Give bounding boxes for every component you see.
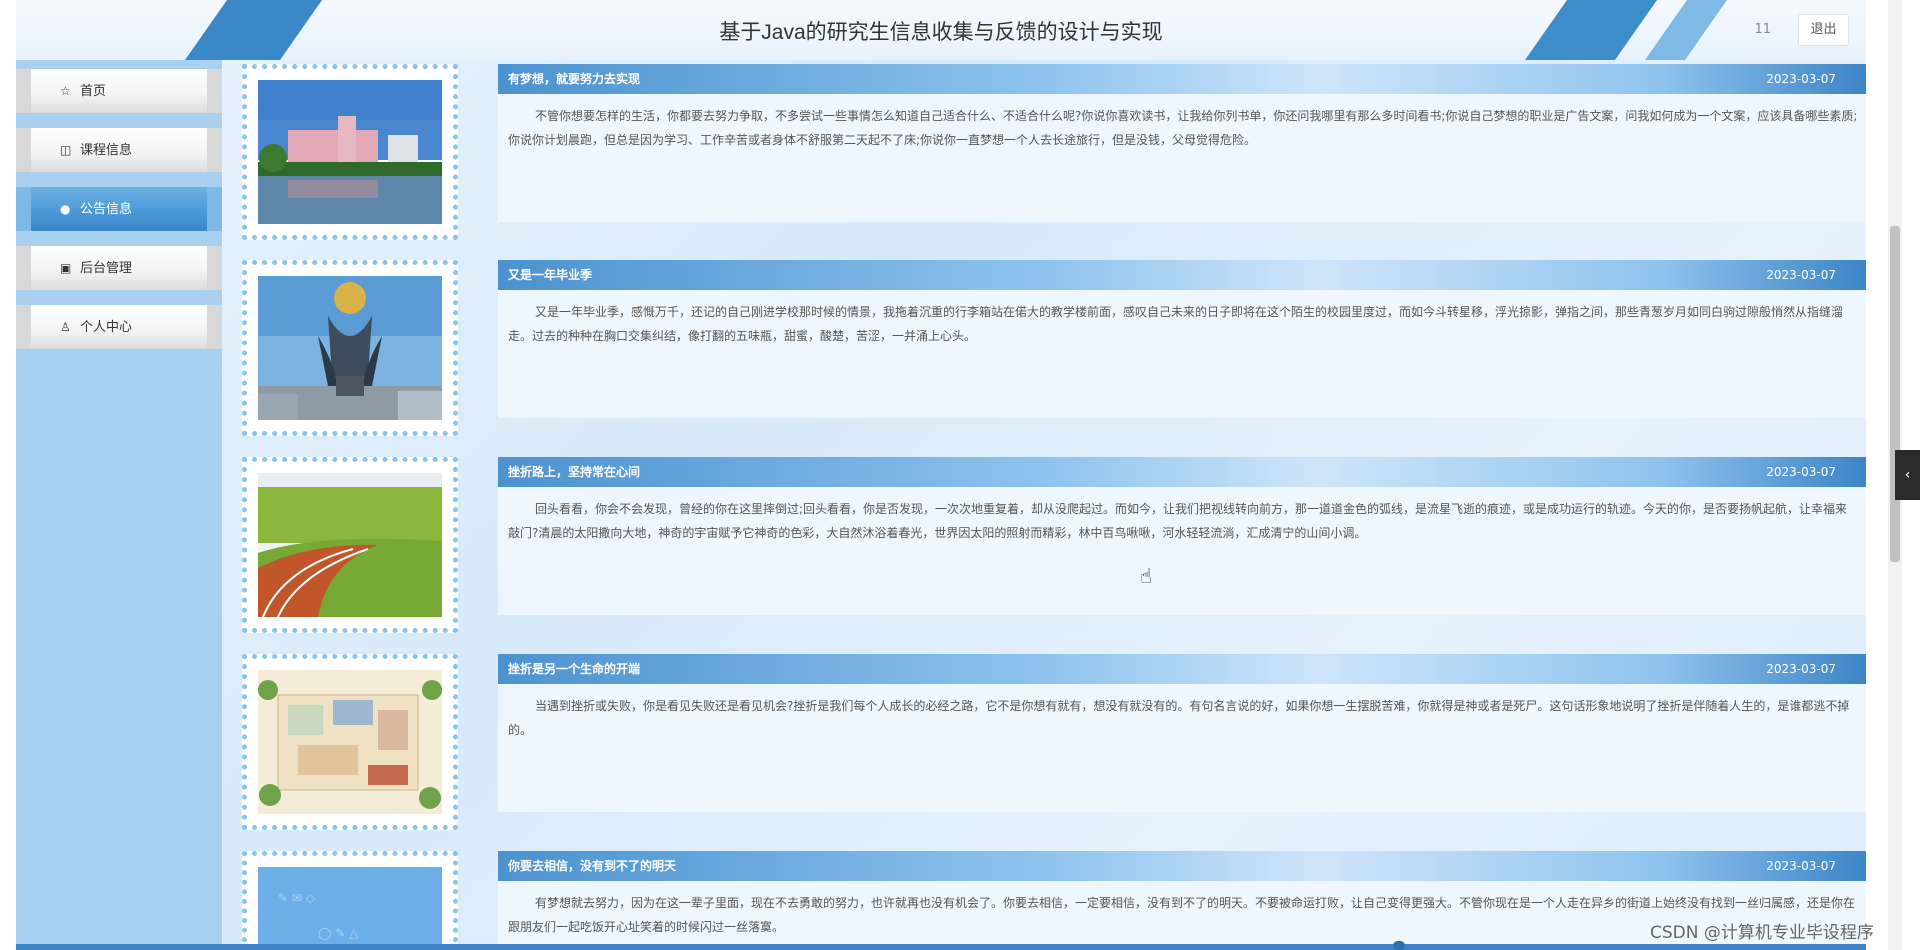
notice-list-item[interactable]: 挫折路上，坚持常在心间 2023-03-07 回头看看，你会不会发现，曾经的你在…	[242, 457, 1868, 633]
sidebar-item-notices[interactable]: ● 公告信息	[16, 187, 222, 231]
user-icon: ♙	[60, 320, 71, 334]
notice-card[interactable]: 挫折路上，坚持常在心间 2023-03-07 回头看看，你会不会发现，曾经的你在…	[498, 457, 1868, 615]
notice-list-item[interactable]: ✎ ✉ ◇ ◯ ✎ △ 你要去相信，没有到不了的明天 2023-03-07 有梦…	[242, 851, 1868, 950]
notice-list-item[interactable]: 挫折是另一个生命的开端 2023-03-07 当遇到挫折或失败，你是看见失败还是…	[242, 654, 1868, 830]
header: 基于Java的研究生信息收集与反馈的设计与实现 11 退出	[16, 0, 1866, 60]
campus-map-image	[258, 670, 442, 814]
sidebar-item-home[interactable]: ☆ 首页	[16, 69, 222, 113]
vertical-scrollbar-thumb[interactable]	[1890, 226, 1900, 562]
sidebar-item-profile[interactable]: ♙ 个人中心	[16, 305, 222, 349]
horizontal-scrollbar-thumb[interactable]	[1393, 941, 1405, 950]
notice-thumbnail[interactable]	[242, 260, 458, 436]
notice-date: 2023-03-07	[1766, 72, 1836, 86]
left-margin	[0, 0, 16, 950]
notice-card[interactable]: 又是一年毕业季 2023-03-07 又是一年毕业季，感慨万千，还记的自己刚进学…	[498, 260, 1868, 418]
globe-sculpture-image	[258, 276, 442, 420]
notice-card[interactable]: 挫折是另一个生命的开端 2023-03-07 当遇到挫折或失败，你是看见失败还是…	[498, 654, 1868, 812]
notice-header: 挫折路上，坚持常在心间 2023-03-07	[498, 457, 1868, 487]
notice-card[interactable]: 有梦想，就要努力去实现 2023-03-07 不管你想要怎样的生活，你都要去努力…	[498, 64, 1868, 222]
notice-date: 2023-03-07	[1766, 662, 1836, 676]
notice-thumbnail[interactable]: ✎ ✉ ◇ ◯ ✎ △	[242, 851, 458, 950]
school-doodle-image: ✎ ✉ ◇ ◯ ✎ △	[258, 867, 442, 950]
svg-text:✎ ✉ ◇: ✎ ✉ ◇	[278, 891, 316, 905]
running-track-image	[258, 473, 442, 617]
collapse-panel-icon[interactable]: ‹	[1895, 450, 1920, 500]
sidebar-item-label: 首页	[80, 84, 107, 99]
logout-button[interactable]: 退出	[1798, 14, 1849, 46]
page-title: 基于Java的研究生信息收集与反馈的设计与实现	[719, 21, 1163, 44]
notice-header: 挫折是另一个生命的开端 2023-03-07	[498, 654, 1868, 684]
sidebar-item-label: 课程信息	[80, 143, 133, 158]
notice-header: 又是一年毕业季 2023-03-07	[498, 260, 1868, 290]
star-icon: ☆	[60, 84, 71, 98]
notice-content: 回头看看，你会不会发现，曾经的你在这里摔倒过;回头看看，你是否发现，一次次地重复…	[508, 502, 1848, 540]
horizontal-scrollbar[interactable]	[16, 944, 1866, 950]
notice-title[interactable]: 你要去相信，没有到不了的明天	[508, 859, 676, 873]
notice-list-item[interactable]: 又是一年毕业季 2023-03-07 又是一年毕业季，感慨万千，还记的自己刚进学…	[242, 260, 1868, 436]
notice-title[interactable]: 挫折是另一个生命的开端	[508, 662, 640, 676]
campus-building-image	[258, 80, 442, 224]
watermark: CSDN @计算机专业毕设程序	[1650, 923, 1874, 943]
notice-content: 当遇到挫折或失败，你是看见失败还是看见机会?挫折是我们每个人成长的必经之路，它不…	[508, 699, 1850, 737]
info-icon: ●	[60, 202, 71, 216]
notice-thumbnail[interactable]	[242, 64, 458, 240]
notice-thumbnail[interactable]	[242, 654, 458, 830]
sidebar-item-label: 公告信息	[80, 202, 133, 217]
sidebar-item-label: 后台管理	[80, 261, 133, 276]
sidebar-item-admin[interactable]: ▣ 后台管理	[16, 246, 222, 290]
notice-list-item[interactable]: 有梦想，就要努力去实现 2023-03-07 不管你想要怎样的生活，你都要去努力…	[242, 64, 1868, 240]
notice-date: 2023-03-07	[1766, 465, 1836, 479]
briefcase-icon: ▣	[60, 261, 72, 275]
notice-header: 有梦想，就要努力去实现 2023-03-07	[498, 64, 1868, 94]
username: 11	[1754, 22, 1771, 37]
bag-icon: ◫	[60, 143, 72, 157]
notice-title[interactable]: 又是一年毕业季	[508, 268, 592, 282]
sidebar-item-label: 个人中心	[80, 320, 133, 335]
notice-date: 2023-03-07	[1766, 859, 1836, 873]
hand-cursor-icon: ☝	[1140, 564, 1153, 588]
notice-title[interactable]: 挫折路上，坚持常在心间	[508, 465, 640, 479]
sidebar-item-courses[interactable]: ◫ 课程信息	[16, 128, 222, 172]
notice-header: 你要去相信，没有到不了的明天 2023-03-07	[498, 851, 1868, 881]
notice-date: 2023-03-07	[1766, 268, 1836, 282]
notice-content: 不管你想要怎样的生活，你都要去努力争取，不多尝试一些事情怎么知道自己适合什么、不…	[508, 109, 1858, 147]
notice-title[interactable]: 有梦想，就要努力去实现	[508, 72, 640, 86]
sidebar: ☆ 首页 ◫ 课程信息 ● 公告信息 ▣ 后台管理 ♙ 个人中心	[16, 60, 222, 950]
notice-content: 又是一年毕业季，感慨万千，还记的自己刚进学校那时候的情景，我拖着沉重的行李箱站在…	[508, 305, 1844, 343]
notice-thumbnail[interactable]	[242, 457, 458, 633]
svg-text:◯ ✎ △: ◯ ✎ △	[318, 926, 359, 940]
